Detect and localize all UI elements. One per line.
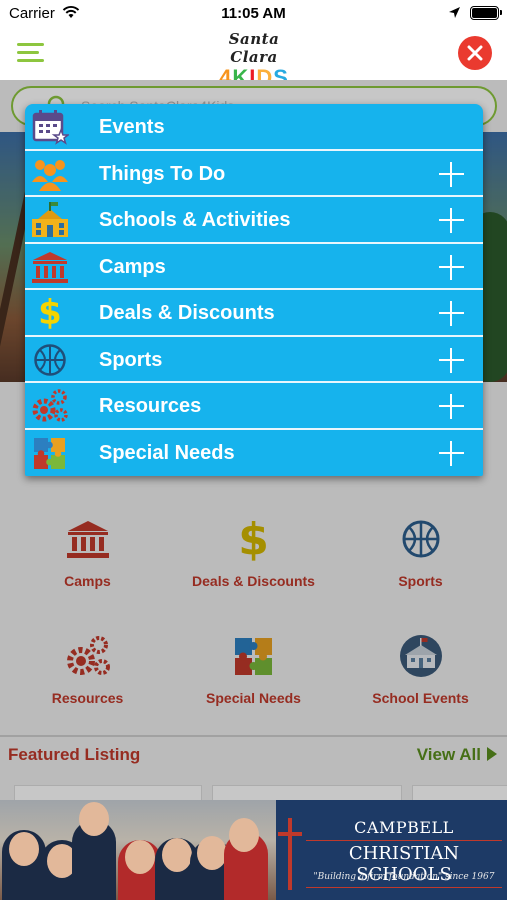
expand-plus-icon[interactable] xyxy=(439,161,464,187)
expand-plus-icon[interactable] xyxy=(439,347,464,373)
menu-item-events[interactable]: Events xyxy=(25,104,483,151)
menu-item-sports[interactable]: Sports xyxy=(25,337,483,383)
menu-item-label: Deals & Discounts xyxy=(99,302,275,324)
menu-item-camps[interactable]: Camps xyxy=(25,244,483,290)
menu-item-schools-activities[interactable]: Schools & Activities xyxy=(25,197,483,244)
gears-icon xyxy=(30,387,70,425)
expand-plus-icon[interactable] xyxy=(439,394,464,419)
dollar-icon: $ xyxy=(38,293,62,333)
basketball-icon xyxy=(30,341,70,379)
expand-plus-icon[interactable] xyxy=(439,440,464,466)
calendar-icon xyxy=(30,108,70,146)
menu-item-label: Things To Do xyxy=(99,162,226,185)
building-columns-icon xyxy=(30,248,70,286)
menu-item-label: Resources xyxy=(99,395,202,417)
menu-item-label: Sports xyxy=(99,348,163,371)
logo-line-1: Santa Clara xyxy=(228,30,280,66)
status-bar: Carrier 11:05 AM xyxy=(0,0,507,28)
expand-plus-icon[interactable] xyxy=(439,301,464,326)
battery-icon xyxy=(470,6,502,20)
hamburger-menu-icon[interactable] xyxy=(17,43,44,63)
menu-item-things-to-do[interactable]: Things To Do xyxy=(25,151,483,197)
location-arrow-icon xyxy=(448,6,461,24)
students-photo xyxy=(0,800,276,900)
santa-clara-4kids-logo[interactable]: Santa Clara 4KIDS xyxy=(204,30,304,90)
menu-item-label: Schools & Activities xyxy=(99,209,291,231)
close-menu-button[interactable] xyxy=(458,36,492,70)
cross-icon xyxy=(278,818,302,890)
people-icon xyxy=(30,155,70,193)
ad-tagline: "Building a firm foundation" since 1967 xyxy=(313,872,495,882)
school-icon xyxy=(30,201,70,239)
app-header: Santa Clara 4KIDS xyxy=(0,28,507,90)
menu-item-label: Special Needs xyxy=(99,441,235,464)
menu-item-resources[interactable]: Resources xyxy=(25,383,483,430)
school-ad-panel: CAMPBELL CHRISTIAN SCHOOLS "Building a f… xyxy=(276,800,507,900)
expand-plus-icon[interactable] xyxy=(439,208,464,233)
menu-item-label: Events xyxy=(99,116,165,138)
menu-item-special-needs[interactable]: Special Needs xyxy=(25,430,483,477)
ad-line-1: CAMPBELL xyxy=(354,818,454,837)
close-icon xyxy=(467,45,483,61)
menu-item-deals-discounts[interactable]: $ Deals & Discounts xyxy=(25,290,483,337)
clock: 11:05 AM xyxy=(221,5,286,22)
puzzle-icon xyxy=(30,434,70,472)
menu-item-label: Camps xyxy=(99,255,166,278)
expand-plus-icon[interactable] xyxy=(439,254,464,280)
ad-banner[interactable]: CAMPBELL CHRISTIAN SCHOOLS "Building a f… xyxy=(0,800,507,900)
navigation-dropdown: Events Things To Do Schools & Activities… xyxy=(25,104,483,476)
